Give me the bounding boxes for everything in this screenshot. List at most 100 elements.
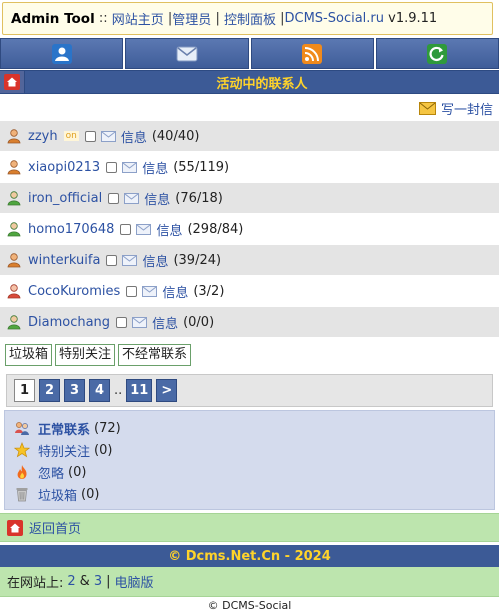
contact-checkbox[interactable] [108, 192, 120, 204]
contact-name[interactable]: xiaopi0213 [28, 160, 100, 175]
contact-list: zzyh on 信息 (40/40) xiaopi0213 信息 (55/119… [0, 121, 499, 338]
back-home-link[interactable]: 返回首页 [29, 518, 81, 537]
user-avatar-icon [7, 315, 21, 330]
site-home-link[interactable]: 网站主页 [112, 9, 164, 28]
category-count: (0) [68, 464, 87, 480]
write-message-row: 写一封信 [0, 95, 499, 121]
admin-toolbar: Admin Tool :: 网站主页 | 管理员 | 控制面板 | DCMS-S… [2, 2, 493, 35]
message-icon [122, 161, 138, 173]
message-link[interactable]: 信息 [142, 251, 168, 270]
online-users-link[interactable]: 2 [67, 574, 75, 589]
admin-tool-title: Admin Tool [11, 10, 95, 27]
message-icon [122, 254, 138, 266]
user-avatar-icon [7, 160, 21, 175]
fire-icon [14, 464, 30, 480]
online-badge: on [63, 131, 79, 141]
user-icon [51, 43, 72, 64]
home-icon [4, 74, 20, 90]
write-message-link[interactable]: 写一封信 [441, 99, 493, 118]
category-label: 正常联系 [38, 422, 91, 438]
category-count: (0) [81, 486, 100, 502]
contact-row: winterkuifa 信息 (39/24) [0, 245, 499, 276]
online-guests-link[interactable]: 3 [94, 574, 102, 589]
page-link[interactable]: 2 [39, 379, 60, 402]
message-link[interactable]: 信息 [162, 282, 188, 301]
page-link[interactable]: 3 [64, 379, 85, 402]
contact-row: Diamochang 信息 (0/0) [0, 307, 499, 338]
contact-row: homo170648 信息 (298/84) [0, 214, 499, 245]
home-icon [7, 519, 23, 536]
message-icon [142, 285, 158, 297]
back-home-row: 返回首页 [0, 513, 499, 542]
contact-name[interactable]: iron_official [28, 191, 102, 206]
messages-nav-button[interactable] [125, 38, 249, 69]
admin-separator: :: [98, 11, 108, 26]
category-ignore[interactable]: 忽略 (0) [14, 461, 494, 483]
contact-name[interactable]: CocoKuromies [28, 284, 120, 299]
page-link[interactable]: 4 [89, 379, 110, 402]
contact-name[interactable]: winterkuifa [28, 253, 100, 268]
message-count: (0/0) [183, 314, 215, 330]
category-label: 特别关注 [38, 444, 91, 460]
message-icon [136, 223, 152, 235]
message-link[interactable]: 信息 [121, 127, 147, 146]
mark-favorite-button[interactable]: 特别关注 [55, 344, 116, 366]
contact-checkbox[interactable] [106, 254, 118, 266]
people-icon [14, 420, 30, 436]
message-link[interactable]: 信息 [152, 313, 178, 332]
user-avatar-icon [7, 253, 21, 268]
refresh-nav-button[interactable] [375, 38, 499, 69]
category-label: 垃圾箱 [38, 488, 78, 504]
move-to-trash-button[interactable]: 垃圾箱 [5, 344, 53, 366]
message-count: (40/40) [151, 128, 200, 144]
admin-link[interactable]: 管理员 [172, 9, 211, 28]
mail-icon [176, 46, 198, 61]
rss-icon [302, 43, 323, 64]
filter-actions: 垃圾箱 特别关注 不经常联系 [0, 342, 499, 368]
contact-name[interactable]: Diamochang [28, 315, 110, 330]
message-link[interactable]: 信息 [142, 158, 168, 177]
category-normal[interactable]: 正常联系 (72) [14, 417, 494, 439]
message-count: (39/24) [173, 252, 222, 268]
message-count: (298/84) [187, 221, 244, 237]
online-label: 在网站上: [7, 576, 64, 591]
control-panel-link[interactable]: 控制面板 [224, 9, 276, 28]
contact-name[interactable]: zzyh [28, 129, 58, 144]
message-link[interactable]: 信息 [156, 220, 182, 239]
user-avatar-icon [7, 191, 21, 206]
page-current: 1 [14, 379, 35, 402]
category-count: (0) [94, 442, 113, 458]
contact-checkbox[interactable] [126, 285, 138, 297]
contact-checkbox[interactable] [116, 316, 128, 328]
user-avatar-icon [7, 284, 21, 299]
profile-nav-button[interactable] [0, 38, 124, 69]
trash-icon [14, 486, 30, 502]
pagination: 1 2 3 4 .. 11 > [6, 374, 493, 407]
icon-nav-bar [0, 38, 499, 69]
footer-title: © Dcms.Net.Cn - 2024 [0, 545, 499, 567]
refresh-icon [427, 43, 448, 64]
dcms-social-link[interactable]: DCMS-Social.ru [285, 11, 385, 26]
mark-infrequent-button[interactable]: 不经常联系 [118, 344, 192, 366]
user-avatar-icon [7, 129, 21, 144]
user-avatar-icon [7, 222, 21, 237]
category-favorite[interactable]: 特别关注 (0) [14, 439, 494, 461]
page-title: 活动中的联系人 [216, 76, 308, 92]
page-ellipsis: .. [114, 383, 123, 398]
contact-checkbox[interactable] [84, 130, 96, 142]
category-trash[interactable]: 垃圾箱 (0) [14, 483, 494, 505]
desktop-version-link[interactable]: 电脑版 [114, 572, 153, 591]
contact-checkbox[interactable] [120, 223, 132, 235]
home-button[interactable] [0, 71, 25, 93]
page-title-bar: 活动中的联系人 [0, 70, 499, 94]
message-link[interactable]: 信息 [144, 189, 170, 208]
page-next-button[interactable]: > [156, 379, 178, 402]
contact-row: iron_official 信息 (76/18) [0, 183, 499, 214]
message-count: (76/18) [175, 190, 223, 206]
message-count: (55/119) [173, 159, 230, 175]
rss-nav-button[interactable] [250, 38, 374, 69]
page-last-link[interactable]: 11 [126, 379, 153, 402]
contact-checkbox[interactable] [106, 161, 118, 173]
star-icon [14, 442, 30, 458]
contact-name[interactable]: homo170648 [28, 222, 114, 237]
